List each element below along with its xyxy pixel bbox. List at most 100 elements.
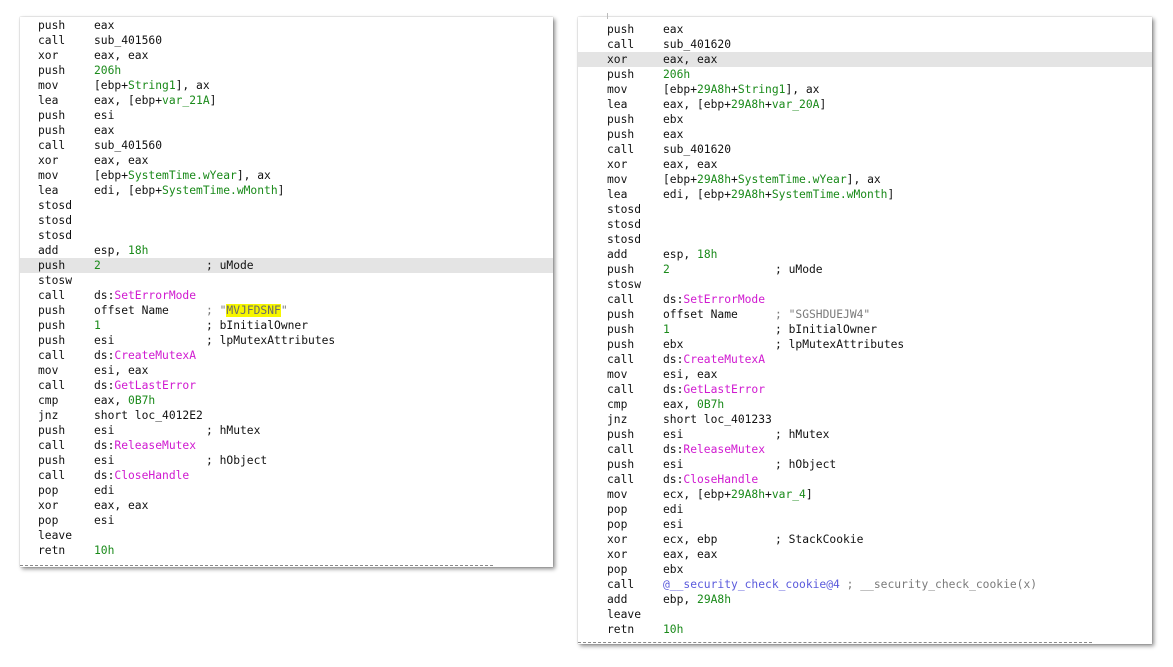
code-line[interactable]: push esi ; hMutex [578,427,1152,442]
comment: ; hMutex [206,423,260,438]
code-line[interactable]: push 206h [578,67,1152,82]
code-line[interactable]: call ds:GetLastError [20,378,553,393]
api-name[interactable]: CreateMutexA [114,349,196,362]
code-line[interactable]: stosd [20,198,553,213]
api-name[interactable]: ReleaseMutex [683,443,765,456]
code-line[interactable]: add ebp, 29A8h [578,592,1152,607]
code-line[interactable]: xor eax, eax [578,157,1152,172]
code-line[interactable]: mov [ebp+29A8h+SystemTime.wYear], ax [578,172,1152,187]
code-line[interactable]: push esi [20,108,553,123]
code-line[interactable]: stosd [578,217,1152,232]
code-line[interactable]: retn 10h [20,543,553,558]
code-line[interactable]: push 1 ; bInitialOwner [20,318,553,333]
operands: ds:ReleaseMutex [663,442,765,457]
code-line[interactable]: call ds:CloseHandle [578,472,1152,487]
code-line[interactable]: push offset Name ; "SGSHDUEJW4" [578,307,1152,322]
code-line[interactable]: call sub_401620 [578,37,1152,52]
code-line[interactable]: xor eax, eax [578,547,1152,562]
code-line[interactable]: call ds:GetLastError [578,382,1152,397]
operand-token: + [731,83,738,96]
code-line[interactable]: leave [20,528,553,543]
mnemonic: xor [607,53,628,66]
code-line[interactable]: pop edi [20,483,553,498]
code-line[interactable]: xor ecx, ebp ; StackCookie [578,532,1152,547]
code-line[interactable]: mov [ebp+String1], ax [20,78,553,93]
code-line[interactable]: call ds:SetErrorMode [20,288,553,303]
code-line[interactable]: call ds:ReleaseMutex [20,438,553,453]
code-line[interactable]: stosd [578,232,1152,247]
api-name[interactable]: SetErrorMode [683,293,765,306]
code-line[interactable]: lea edi, [ebp+29A8h+SystemTime.wMonth] [578,187,1152,202]
operands: eax, 0B7h [94,393,155,408]
code-line[interactable]: push eax [578,22,1152,37]
mnemonic: pop [607,503,628,516]
code-line[interactable]: cmp eax, 0B7h [578,397,1152,412]
api-name[interactable]: CloseHandle [683,473,758,486]
operand-token: eax [663,128,684,141]
api-name[interactable]: CloseHandle [114,469,189,482]
code-line[interactable]: push eax [20,123,553,138]
code-line[interactable]: push ebx [578,112,1152,127]
code-line[interactable]: call @__security_check_cookie@4 ; __secur… [578,577,1152,592]
mnemonic: stosd [38,214,73,227]
code-line[interactable]: push esi ; hObject [20,453,553,468]
code-line[interactable]: push esi ; hObject [578,457,1152,472]
code-line[interactable]: lea eax, [ebp+29A8h+var_20A] [578,97,1152,112]
code-line[interactable]: pop esi [20,513,553,528]
code-line[interactable]: call sub_401560 [20,138,553,153]
code-line[interactable]: jnz short loc_401233 [578,412,1152,427]
code-line[interactable]: xor eax, eax [578,52,1152,67]
code-line[interactable]: jnz short loc_4012E2 [20,408,553,423]
code-line[interactable]: mov [ebp+29A8h+String1], ax [578,82,1152,97]
code-line[interactable]: push 1 ; bInitialOwner [578,322,1152,337]
api-name[interactable]: GetLastError [114,379,196,392]
api-name[interactable]: CreateMutexA [683,353,765,366]
code-line[interactable]: push eax [578,127,1152,142]
comment-token: ; hMutex [206,424,261,437]
code-line[interactable]: push 2 ; uMode [20,258,553,273]
code-line[interactable]: stosw [20,273,553,288]
code-line[interactable]: call ds:CreateMutexA [20,348,553,363]
code-line[interactable]: pop ebx [578,562,1152,577]
code-line[interactable]: stosw [578,277,1152,292]
code-line[interactable]: push esi ; lpMutexAttributes [20,333,553,348]
code-line[interactable]: push eax [20,18,553,33]
api-name[interactable]: ReleaseMutex [114,439,196,452]
code-line[interactable]: xor eax, eax [20,153,553,168]
code-line[interactable]: stosd [20,228,553,243]
code-line[interactable]: retn 10h [578,622,1152,637]
code-line[interactable]: call sub_401560 [20,33,553,48]
code-line[interactable]: push esi ; hMutex [20,423,553,438]
operands: ecx, ebp [663,532,717,547]
code-line[interactable]: lea edi, [ebp+SystemTime.wMonth] [20,183,553,198]
code-line[interactable]: mov [ebp+SystemTime.wYear], ax [20,168,553,183]
code-line[interactable]: pop edi [578,502,1152,517]
code-line[interactable]: call sub_401620 [578,142,1152,157]
operand-token[interactable]: @__security_check_cookie@4 [663,578,840,591]
code-line[interactable]: xor eax, eax [20,48,553,63]
code-line[interactable]: mov esi, eax [20,363,553,378]
code-line[interactable]: push 2 ; uMode [578,262,1152,277]
code-line[interactable]: cmp eax, 0B7h [20,393,553,408]
code-line[interactable]: push ebx ; lpMutexAttributes [578,337,1152,352]
code-line[interactable]: pop esi [578,517,1152,532]
code-line[interactable]: push offset Name ; "MVJFDSNF" [20,303,553,318]
code-line[interactable]: stosd [20,213,553,228]
code-line[interactable]: push 206h [20,63,553,78]
code-line[interactable]: mov ecx, [ebp+29A8h+var_4] [578,487,1152,502]
code-line[interactable]: xor eax, eax [20,498,553,513]
code-line[interactable]: call ds:SetErrorMode [578,292,1152,307]
code-line[interactable]: mov esi, eax [578,367,1152,382]
code-line[interactable]: call ds:ReleaseMutex [578,442,1152,457]
code-line[interactable]: add esp, 18h [20,243,553,258]
mnemonic: call [38,349,66,362]
code-line[interactable]: leave [578,607,1152,622]
api-name[interactable]: SetErrorMode [114,289,196,302]
code-line[interactable]: call ds:CreateMutexA [578,352,1152,367]
code-line[interactable]: stosd [578,202,1152,217]
operands: esi, eax [94,363,148,378]
api-name[interactable]: GetLastError [683,383,765,396]
code-line[interactable]: lea eax, [ebp+var_21A] [20,93,553,108]
code-line[interactable]: add esp, 18h [578,247,1152,262]
code-line[interactable]: call ds:CloseHandle [20,468,553,483]
